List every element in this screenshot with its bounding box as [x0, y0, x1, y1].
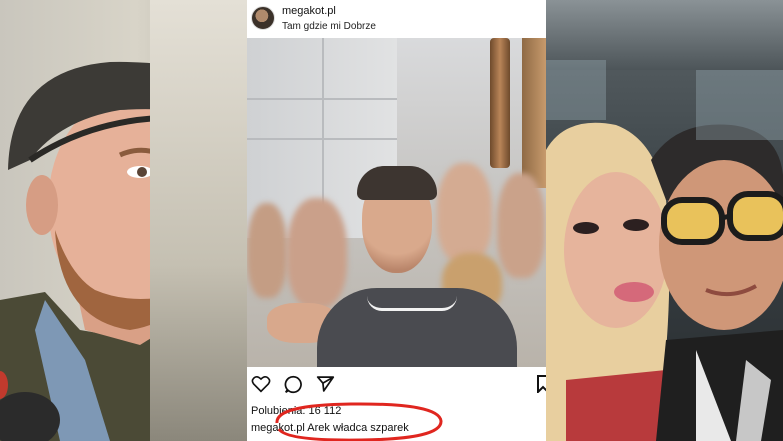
caption-username[interactable]: megakot.pl	[251, 422, 305, 434]
man-hair	[357, 166, 437, 200]
post-photo	[247, 38, 546, 367]
post-actions	[247, 371, 546, 397]
background-blur	[150, 0, 247, 441]
post-caption: megakot.pl Arek władca szparek	[251, 422, 409, 434]
blurred-face	[437, 163, 492, 263]
comment-icon[interactable]	[284, 375, 303, 394]
sweater-collar	[367, 296, 457, 311]
send-icon[interactable]	[316, 375, 335, 393]
post-location[interactable]: Tam gdzie mi Dobrze	[282, 21, 376, 32]
left-photo	[0, 0, 247, 441]
right-photo	[546, 0, 783, 441]
blurred-face	[497, 173, 545, 278]
wooden-pillar	[490, 38, 510, 168]
window-pane	[696, 70, 783, 140]
wooden-frame	[522, 38, 546, 188]
blurred-face	[287, 198, 347, 308]
blurred-face	[247, 203, 287, 298]
profile-avatar[interactable]	[251, 6, 275, 30]
bookmark-icon[interactable]	[537, 375, 546, 393]
post-username[interactable]: megakot.pl	[282, 5, 336, 17]
likes-count[interactable]: Polubienia: 16 112	[251, 405, 341, 417]
post-header: megakot.pl Tam gdzie mi Dobrze	[247, 0, 546, 38]
window-pane	[546, 60, 606, 120]
heart-icon[interactable]	[251, 375, 271, 393]
caption-text: Arek władca szparek	[307, 422, 409, 434]
instagram-post: megakot.pl Tam gdzie mi Dobrze Polubieni…	[247, 0, 546, 441]
